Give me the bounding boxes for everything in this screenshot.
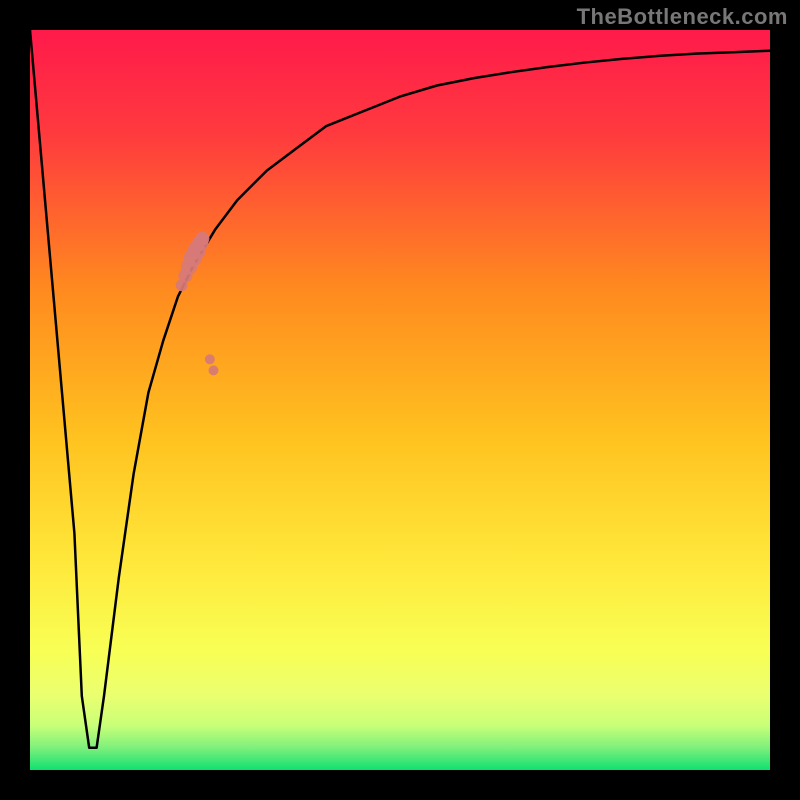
chart-svg [30,30,770,770]
highlight-dot [195,232,209,246]
highlight-dot [209,365,219,375]
highlight-dot [205,354,215,364]
chart-frame: TheBottleneck.com [0,0,800,800]
plot-area [30,30,770,770]
watermark-text: TheBottleneck.com [577,4,788,30]
gradient-background [30,30,770,770]
